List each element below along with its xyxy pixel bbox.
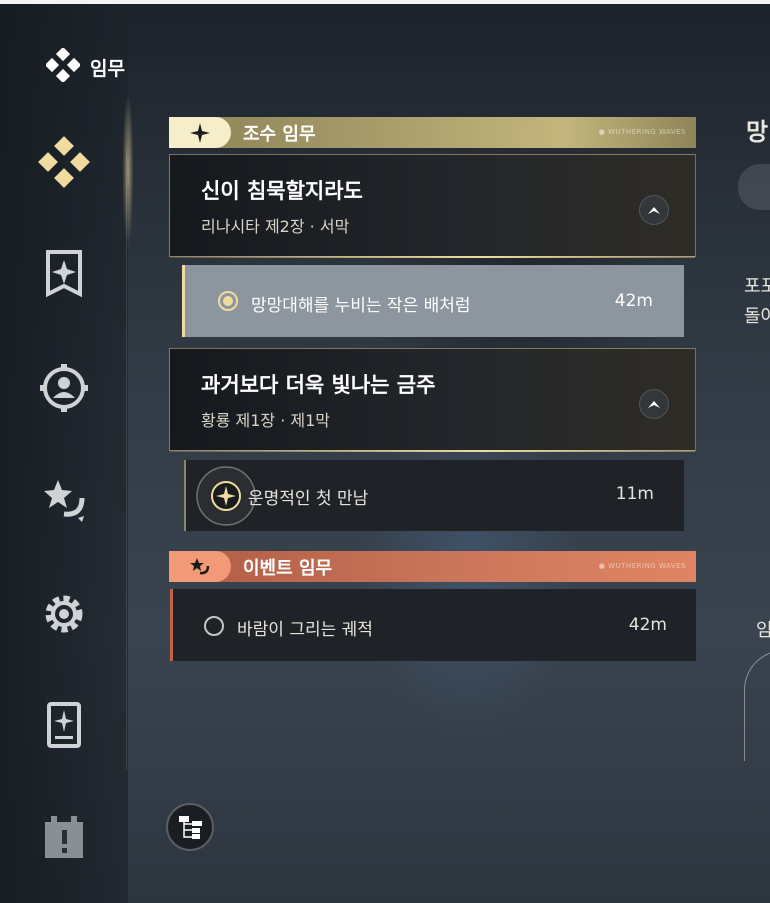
screen-title-text: 임무 [90, 57, 125, 80]
main-quest-category-tag: ● WUTHERING WAVES [598, 128, 686, 136]
detail-frame [744, 650, 770, 761]
detail-title-fragment: 망 [746, 118, 769, 146]
event-quest-category[interactable]: 이벤트 임무 ● WUTHERING WAVES [169, 551, 696, 582]
quest-row-selected[interactable]: 망망대해를 누비는 작은 배처럼 42m [182, 265, 684, 337]
nav-gear-icon[interactable] [38, 588, 90, 640]
nav-calendar-icon[interactable] [38, 812, 90, 864]
nav-banner-icon[interactable] [38, 248, 90, 300]
main-quest-category[interactable]: 조수 임무 ● WUTHERING WAVES [169, 117, 696, 148]
quest-name: 운명적인 첫 만남 [248, 489, 369, 509]
chapter-collapse-button[interactable] [639, 195, 669, 225]
chapter-title: 과거보다 더욱 빛나는 금주 [201, 373, 436, 397]
main-quest-category-label: 조수 임무 [243, 123, 316, 145]
detail-section-fragment: 임 [756, 620, 770, 641]
screen-title: 임무 [44, 46, 125, 86]
chevron-up-icon [648, 401, 660, 408]
quest-time: 42m [614, 291, 653, 311]
chapter-card[interactable]: 신이 침묵할지라도 리나시타 제2장 · 서막 [169, 154, 696, 258]
event-quest-row[interactable]: 바람이 그리는 궤적 42m [170, 589, 696, 661]
quest-time: 11m [615, 484, 654, 504]
event-star-icon [190, 557, 210, 574]
radio-selected-icon [218, 291, 238, 311]
nav-target-icon[interactable] [38, 362, 90, 414]
chapter-title: 신이 침묵할지라도 [201, 179, 363, 203]
sidebar-divider [126, 150, 127, 770]
quest-detail-panel: 망 포포 돌아 임 [722, 0, 770, 903]
quest-name: 바람이 그리는 궤적 [237, 620, 373, 640]
sidebar-glow [120, 80, 140, 300]
sparkle-icon [190, 122, 210, 143]
event-quest-category-label: 이벤트 임무 [243, 557, 333, 579]
nav-card-icon[interactable] [38, 700, 90, 752]
detail-desc-line2: 돌아 [744, 306, 770, 327]
chapter-subtitle: 리나시타 제2장 · 서막 [201, 217, 350, 236]
chapter-subtitle: 황룡 제1장 · 제1막 [201, 411, 331, 430]
radio-empty-icon [204, 616, 224, 636]
detail-tag-pill [738, 164, 770, 210]
quest-tree-icon [179, 816, 202, 839]
main-quest-badge [169, 117, 231, 148]
quest-row[interactable]: 운명적인 첫 만남 11m [184, 460, 684, 531]
event-quest-category-tag: ● WUTHERING WAVES [598, 562, 686, 570]
quest-time: 42m [628, 615, 667, 635]
event-quest-badge [169, 551, 231, 582]
chevron-up-icon [648, 207, 660, 214]
chapter-collapse-button[interactable] [639, 389, 669, 419]
nav-event-icon[interactable] [38, 474, 90, 526]
chapter-card[interactable]: 과거보다 더욱 빛나는 금주 황룡 제1장 · 제1막 [169, 348, 696, 452]
nav-quest-icon[interactable] [38, 136, 90, 188]
quest-tree-button[interactable] [166, 803, 214, 851]
quest-diamond-icon [44, 46, 82, 86]
quest-name: 망망대해를 누비는 작은 배처럼 [251, 296, 471, 316]
detail-desc-line1: 포포 [744, 276, 770, 297]
